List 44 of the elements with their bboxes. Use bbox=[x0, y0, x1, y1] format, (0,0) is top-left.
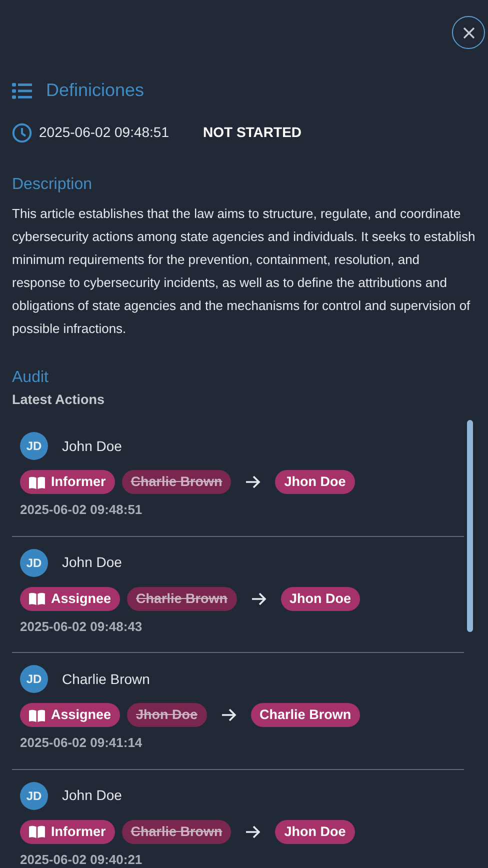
clock-icon bbox=[12, 122, 32, 142]
arrow-icon bbox=[245, 824, 262, 839]
entry-time: 2025-06-02 09:48:43 bbox=[20, 618, 144, 636]
close-icon bbox=[462, 26, 476, 40]
arrow-icon bbox=[250, 592, 267, 606]
arrow-icon bbox=[245, 475, 262, 490]
new-value-tag: Jhon Doe bbox=[280, 586, 360, 611]
entry-time: 2025-06-02 09:41:14 bbox=[20, 734, 144, 752]
new-value-tag: Charlie Brown bbox=[250, 703, 360, 728]
status-text: NOT STARTED bbox=[203, 123, 302, 142]
role-tag: Assignee bbox=[20, 703, 120, 728]
previous-value-tag: Charlie Brown bbox=[127, 586, 237, 611]
section-label: Description bbox=[12, 175, 94, 195]
book-icon bbox=[29, 476, 45, 489]
new-value-tag: Jhon Doe bbox=[275, 470, 355, 494]
list-icon bbox=[12, 82, 32, 98]
role-tag: Informer bbox=[20, 470, 115, 494]
book-icon bbox=[29, 825, 45, 838]
previous-value-tag: Charlie Brown bbox=[122, 470, 232, 494]
entry-time: 2025-06-02 09:48:51 bbox=[20, 501, 144, 520]
book-icon bbox=[29, 708, 45, 722]
description-text: This article establishes that the law aims to structure, regulate, and coordinate cybersecurity actions among state agencies and individuals. It seeks to establish minimum requirements for the prevention, containment, resolution, and response to cybersecurity incidents, as well as to define the attributions and obligations of state agencies and the mechanisms for control and supervision of possible infractions. bbox=[12, 205, 476, 338]
user-name: John Doe bbox=[62, 436, 122, 456]
user-name: John Doe bbox=[62, 786, 122, 806]
heading-title: Definiciones bbox=[46, 79, 144, 102]
user-name: John Doe bbox=[62, 553, 122, 572]
entry-time: 2025-06-02 09:40:21 bbox=[20, 850, 144, 868]
section-label: Audit bbox=[12, 368, 50, 388]
close-button[interactable] bbox=[452, 16, 485, 49]
previous-value-tag: Charlie Brown bbox=[122, 820, 232, 844]
timestamp-text: 2025-06-02 09:48:51 bbox=[39, 123, 169, 142]
previous-value-tag: Jhon Doe bbox=[127, 703, 207, 728]
arrow-icon bbox=[220, 708, 237, 722]
new-value-tag: Jhon Doe bbox=[275, 820, 355, 844]
avatar: JD bbox=[20, 432, 48, 460]
subsection-title: Latest Actions bbox=[12, 391, 106, 409]
role-tag: Informer bbox=[20, 820, 115, 844]
book-icon bbox=[29, 592, 45, 606]
avatar: JD bbox=[20, 665, 48, 694]
avatar: JD bbox=[20, 782, 48, 810]
avatar: JD bbox=[20, 548, 48, 577]
scrollbar-thumb[interactable] bbox=[467, 420, 473, 632]
role-tag: Assignee bbox=[20, 586, 120, 611]
user-name: Charlie Brown bbox=[62, 670, 150, 689]
